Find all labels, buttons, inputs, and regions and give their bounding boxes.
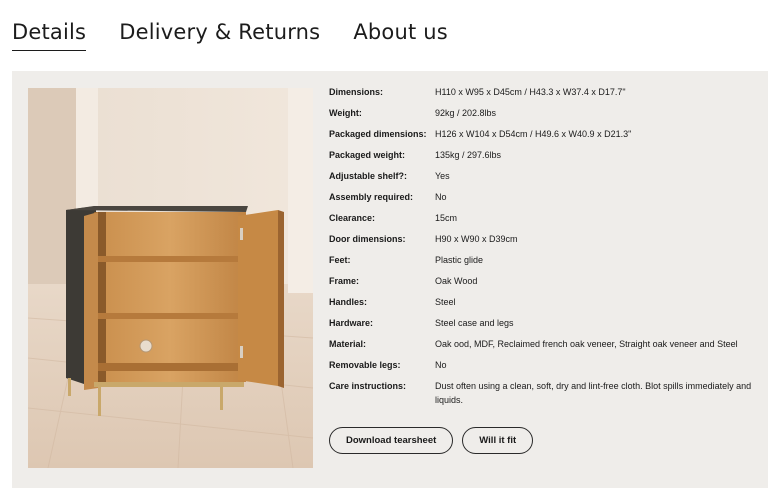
spec-value: 92kg / 202.8lbs <box>435 108 497 118</box>
spec-row-clearance: Clearance: 15cm <box>329 211 768 225</box>
tab-details[interactable]: Details <box>12 20 87 51</box>
spec-row-material: Material: Oak ood, MDF, Reclaimed french… <box>329 337 768 351</box>
spec-value: Dust often using a clean, soft, dry and … <box>435 381 752 405</box>
spec-value: 135kg / 297.6lbs <box>435 150 502 160</box>
spec-label: Clearance: <box>329 213 376 223</box>
spec-row-door-dimensions: Door dimensions: H90 x W90 x D39cm <box>329 232 768 246</box>
spec-row-feet: Feet: Plastic glide <box>329 253 768 267</box>
action-buttons: Download tearsheet Will it fit <box>329 427 534 454</box>
tab-bar: Details Delivery & Returns About us <box>12 20 448 51</box>
spec-label: Weight: <box>329 108 362 118</box>
spec-label: Handles: <box>329 297 368 307</box>
spec-value: Steel case and legs <box>435 318 514 328</box>
spec-row-care-instructions: Care instructions: Dust often using a cl… <box>329 379 768 407</box>
spec-value: Oak ood, MDF, Reclaimed french oak venee… <box>435 339 738 349</box>
spec-label: Packaged dimensions: <box>329 129 427 139</box>
will-it-fit-button[interactable]: Will it fit <box>462 427 534 454</box>
spec-label: Door dimensions: <box>329 234 406 244</box>
tab-delivery-returns[interactable]: Delivery & Returns <box>119 20 320 51</box>
spec-value: Yes <box>435 171 450 181</box>
spec-label: Material: <box>329 339 367 349</box>
spec-label: Packaged weight: <box>329 150 406 160</box>
spec-label: Adjustable shelf?: <box>329 171 408 181</box>
spec-row-dimensions: Dimensions: H110 x W95 x D45cm / H43.3 x… <box>329 85 768 99</box>
spec-row-frame: Frame: Oak Wood <box>329 274 768 288</box>
download-tearsheet-button[interactable]: Download tearsheet <box>329 427 454 454</box>
spec-value: H110 x W95 x D45cm / H43.3 x W37.4 x D17… <box>435 87 626 97</box>
spec-value: Plastic glide <box>435 255 484 265</box>
spec-row-handles: Handles: Steel <box>329 295 768 309</box>
spec-label: Removable legs: <box>329 360 401 370</box>
spec-value: No <box>435 360 447 370</box>
spec-row-hardware: Hardware: Steel case and legs <box>329 316 768 330</box>
product-image <box>28 88 313 468</box>
tab-about-us[interactable]: About us <box>353 20 448 51</box>
spec-row-assembly: Assembly required: No <box>329 190 768 204</box>
spec-label: Assembly required: <box>329 192 414 202</box>
spec-label: Frame: <box>329 276 360 286</box>
details-panel: Dimensions: H110 x W95 x D45cm / H43.3 x… <box>12 71 768 488</box>
spec-row-removable-legs: Removable legs: No <box>329 358 768 372</box>
cabinet-photo <box>28 88 313 468</box>
spec-label: Hardware: <box>329 318 374 328</box>
spec-value: Steel <box>435 297 456 307</box>
spec-value: No <box>435 192 447 202</box>
spec-label: Care instructions: <box>329 381 407 391</box>
spec-row-packaged-weight: Packaged weight: 135kg / 297.6lbs <box>329 148 768 162</box>
spec-row-adjustable-shelf: Adjustable shelf?: Yes <box>329 169 768 183</box>
spec-value: H90 x W90 x D39cm <box>435 234 518 244</box>
spec-list: Dimensions: H110 x W95 x D45cm / H43.3 x… <box>329 85 768 414</box>
spec-label: Feet: <box>329 255 351 265</box>
spec-row-packaged-dimensions: Packaged dimensions: H126 x W104 x D54cm… <box>329 127 768 141</box>
spec-label: Dimensions: <box>329 87 384 97</box>
spec-value: 15cm <box>435 213 458 223</box>
spec-value: Oak Wood <box>435 276 478 286</box>
spec-value: H126 x W104 x D54cm / H49.6 x W40.9 x D2… <box>435 129 632 139</box>
spec-row-weight: Weight: 92kg / 202.8lbs <box>329 106 768 120</box>
